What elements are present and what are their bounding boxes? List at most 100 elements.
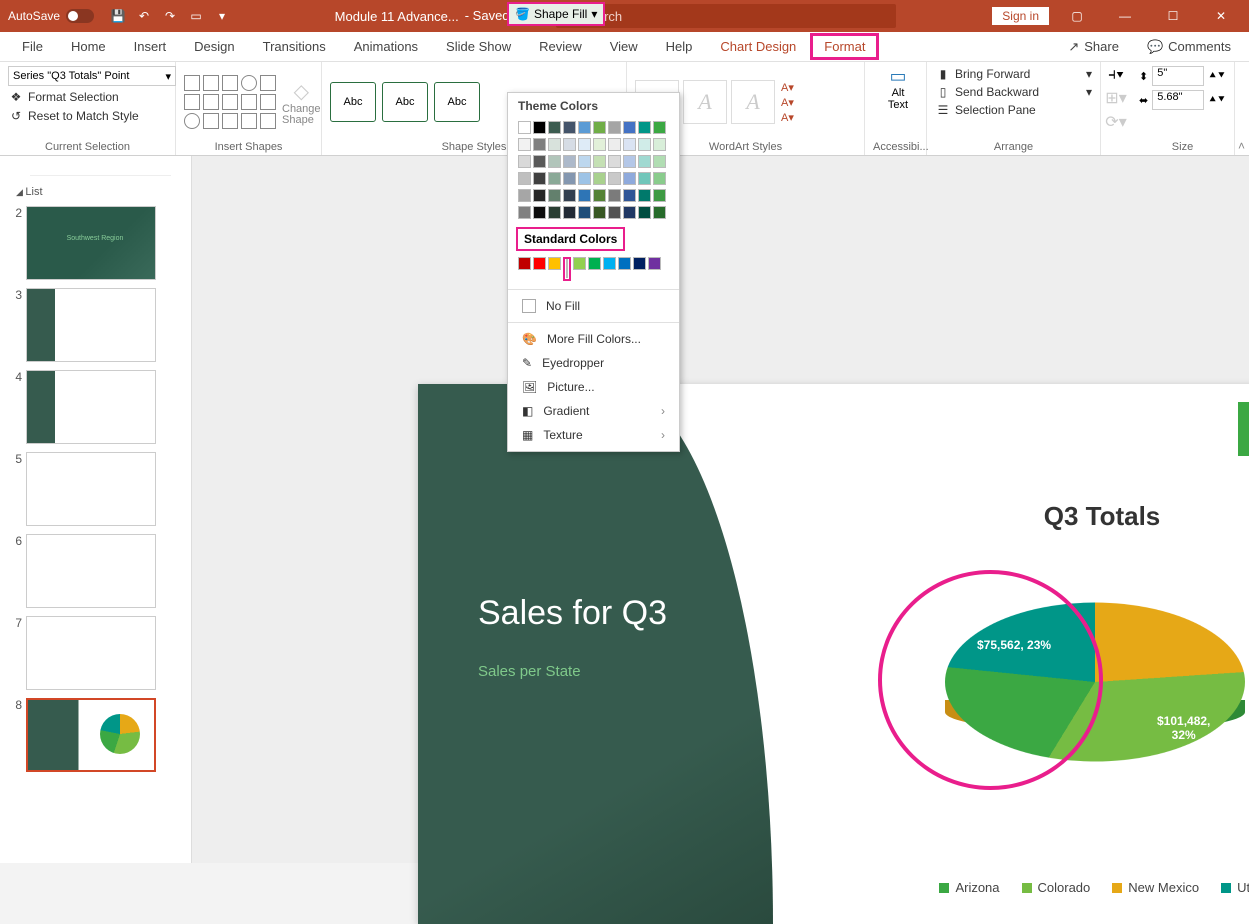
tab-insert[interactable]: Insert bbox=[120, 33, 181, 60]
color-swatch[interactable] bbox=[623, 138, 636, 151]
color-swatch[interactable] bbox=[563, 121, 576, 134]
height-input[interactable]: 5" bbox=[1152, 66, 1204, 86]
format-selection-button[interactable]: ❖Format Selection bbox=[8, 89, 167, 105]
tab-format[interactable]: Format bbox=[810, 33, 879, 60]
color-swatch[interactable] bbox=[618, 257, 631, 270]
style-sample[interactable]: Abc bbox=[330, 82, 376, 122]
color-swatch[interactable] bbox=[518, 206, 531, 219]
color-swatch[interactable] bbox=[518, 257, 531, 270]
tab-help[interactable]: Help bbox=[652, 33, 707, 60]
color-swatch[interactable] bbox=[518, 121, 531, 134]
slide-thumbnail-7[interactable] bbox=[26, 616, 156, 690]
color-swatch[interactable] bbox=[638, 121, 651, 134]
tab-slideshow[interactable]: Slide Show bbox=[432, 33, 525, 60]
color-swatch[interactable] bbox=[638, 189, 651, 202]
data-label-arizona[interactable]: $75,377, 23% bbox=[1189, 586, 1249, 614]
tab-animations[interactable]: Animations bbox=[340, 33, 432, 60]
color-swatch[interactable] bbox=[608, 155, 621, 168]
color-swatch[interactable] bbox=[566, 259, 568, 278]
color-swatch[interactable] bbox=[573, 257, 586, 270]
tab-review[interactable]: Review bbox=[525, 33, 596, 60]
slide-thumbnail-2[interactable]: Southwest Region bbox=[26, 206, 156, 280]
wordart-sample[interactable]: A bbox=[731, 80, 775, 124]
legend-item-colorado[interactable]: Colorado bbox=[1022, 880, 1091, 895]
qat-more-icon[interactable]: ▾ bbox=[214, 8, 230, 24]
color-swatch[interactable] bbox=[518, 138, 531, 151]
collapse-ribbon-icon[interactable]: ˄ bbox=[1238, 139, 1245, 153]
color-swatch[interactable] bbox=[633, 257, 646, 270]
text-effects-icon[interactable]: A▾ bbox=[781, 111, 794, 124]
wordart-sample[interactable]: A bbox=[683, 80, 727, 124]
slide-subtitle[interactable]: Sales per State bbox=[418, 633, 773, 680]
color-swatch[interactable] bbox=[638, 155, 651, 168]
color-swatch[interactable] bbox=[518, 155, 531, 168]
color-swatch[interactable] bbox=[608, 189, 621, 202]
color-swatch[interactable] bbox=[653, 172, 666, 185]
color-swatch[interactable] bbox=[578, 155, 591, 168]
color-swatch[interactable] bbox=[518, 172, 531, 185]
color-swatch[interactable] bbox=[563, 138, 576, 151]
color-swatch[interactable] bbox=[653, 189, 666, 202]
color-swatch[interactable] bbox=[548, 172, 561, 185]
color-swatch[interactable] bbox=[623, 172, 636, 185]
slide-thumbnail-8[interactable] bbox=[26, 698, 156, 772]
slideshow-icon[interactable]: ▭ bbox=[188, 8, 204, 24]
shape-fill-button[interactable]: 🪣 Shape Fill ▾ bbox=[507, 2, 605, 26]
color-swatch[interactable] bbox=[653, 206, 666, 219]
tab-chart-design[interactable]: Chart Design bbox=[706, 33, 810, 60]
color-swatch[interactable] bbox=[533, 138, 546, 151]
legend-item-arizona[interactable]: Arizona bbox=[939, 880, 999, 895]
chart-legend[interactable]: Arizona Colorado New Mexico Utah bbox=[882, 880, 1249, 895]
undo-icon[interactable]: ↶ bbox=[136, 8, 152, 24]
tab-design[interactable]: Design bbox=[180, 33, 248, 60]
data-label-utah[interactable]: $70,062, 22% bbox=[1063, 546, 1137, 560]
legend-item-newmexico[interactable]: New Mexico bbox=[1112, 880, 1199, 895]
spinner-icon[interactable]: ⯅⯆ bbox=[1208, 70, 1226, 83]
color-swatch[interactable] bbox=[548, 206, 561, 219]
color-swatch[interactable] bbox=[603, 257, 616, 270]
color-swatch[interactable] bbox=[608, 138, 621, 151]
chart-title[interactable]: Q3 Totals bbox=[882, 501, 1249, 532]
search-box[interactable]: ⌕ Search bbox=[556, 4, 896, 28]
color-swatch[interactable] bbox=[578, 121, 591, 134]
slide-editor[interactable]: Sales for Q3 Sales per State Q3 Totals $… bbox=[192, 156, 1249, 863]
share-button[interactable]: ↗Share bbox=[1058, 35, 1129, 59]
slide-thumbnail-6[interactable] bbox=[26, 534, 156, 608]
text-outline-icon[interactable]: A▾ bbox=[781, 96, 794, 109]
color-swatch[interactable] bbox=[518, 189, 531, 202]
color-swatch[interactable] bbox=[653, 155, 666, 168]
shape-style-gallery[interactable]: Abc Abc Abc bbox=[330, 82, 480, 122]
slide-thumbnail-5[interactable] bbox=[26, 452, 156, 526]
color-swatch[interactable] bbox=[578, 189, 591, 202]
slide-thumbnail-4[interactable] bbox=[26, 370, 156, 444]
more-colors-item[interactable]: 🎨More Fill Colors... bbox=[508, 327, 679, 351]
color-swatch[interactable] bbox=[623, 121, 636, 134]
color-swatch[interactable] bbox=[593, 155, 606, 168]
align-icon[interactable]: ⫞▾ bbox=[1108, 66, 1124, 84]
color-swatch[interactable] bbox=[623, 189, 636, 202]
color-swatch[interactable] bbox=[653, 121, 666, 134]
thumb-prev[interactable] bbox=[30, 162, 171, 176]
color-swatch[interactable] bbox=[648, 257, 661, 270]
color-swatch[interactable] bbox=[588, 257, 601, 270]
alt-text-button[interactable]: ▭ Alt Text bbox=[873, 66, 923, 111]
comments-button[interactable]: 💬Comments bbox=[1137, 35, 1241, 59]
texture-item[interactable]: ▦Texture› bbox=[508, 423, 679, 447]
color-swatch[interactable] bbox=[533, 172, 546, 185]
no-fill-item[interactable]: No Fill bbox=[508, 294, 679, 318]
selected-color-yellow[interactable] bbox=[563, 257, 571, 281]
minimize-icon[interactable]: — bbox=[1105, 0, 1145, 32]
maximize-icon[interactable]: ☐ bbox=[1153, 0, 1193, 32]
data-label-colorado[interactable]: $101,482,32% bbox=[1157, 714, 1210, 742]
color-swatch[interactable] bbox=[638, 138, 651, 151]
color-swatch[interactable] bbox=[608, 206, 621, 219]
width-input[interactable]: 5.68" bbox=[1152, 90, 1204, 110]
color-swatch[interactable] bbox=[623, 155, 636, 168]
data-label-newmexico[interactable]: $75,562, 23% bbox=[977, 638, 1051, 652]
color-swatch[interactable] bbox=[593, 172, 606, 185]
section-label[interactable]: List bbox=[0, 182, 191, 202]
style-sample[interactable]: Abc bbox=[382, 82, 428, 122]
text-fill-icon[interactable]: A▾ bbox=[781, 81, 794, 94]
color-swatch[interactable] bbox=[563, 155, 576, 168]
eyedropper-item[interactable]: ✎Eyedropper bbox=[508, 351, 679, 375]
